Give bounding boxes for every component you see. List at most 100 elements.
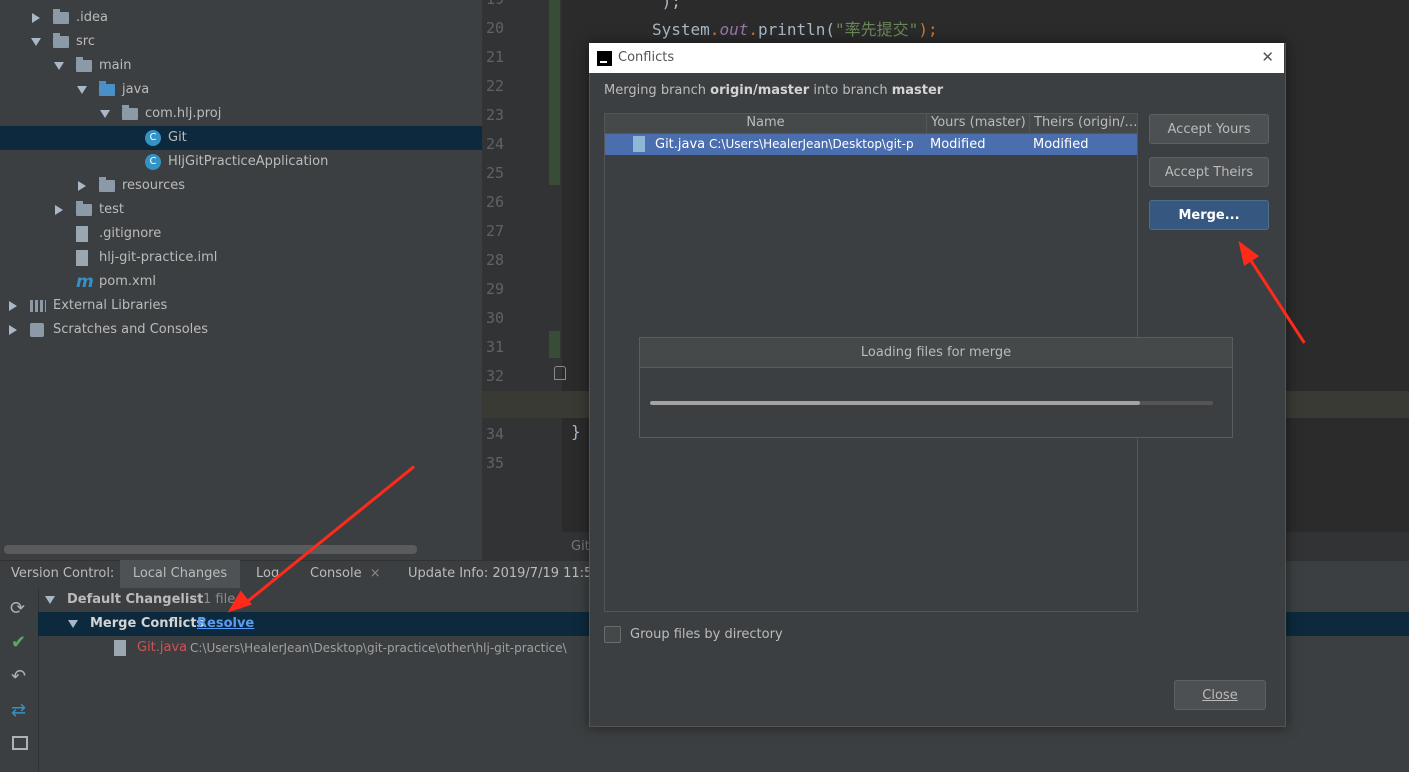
commit-check-icon[interactable]: ✔ [11, 632, 26, 653]
line-number: 35 [486, 454, 505, 472]
changelist-row[interactable]: Default Changelist 1 file [38, 588, 590, 612]
merge-button[interactable]: Merge... [1149, 200, 1269, 230]
folder-icon [53, 9, 69, 24]
expand-arrow-icon[interactable] [54, 62, 64, 70]
line-number: 32 [486, 367, 505, 385]
code-string: "率先提交" [835, 20, 919, 39]
fold-marker-icon[interactable] [554, 366, 566, 380]
tree-item-label: HljGitPracticeApplication [168, 154, 329, 169]
group-by-directory-label[interactable]: Group files by directory [630, 627, 783, 642]
collapse-arrow-icon[interactable] [9, 325, 17, 335]
rollback-icon[interactable]: ↶ [11, 666, 26, 687]
tree-item-label: main [99, 58, 132, 73]
resolve-link[interactable]: Resolve [197, 612, 254, 636]
tree-item-label: hlj-git-practice.iml [99, 250, 218, 265]
collapse-arrow-icon[interactable] [55, 205, 63, 215]
tree-item[interactable]: Scratches and Consoles [0, 318, 482, 342]
refresh-icon[interactable]: ⟳ [10, 598, 25, 619]
line-number: 21 [486, 48, 505, 66]
tree-item-label: resources [122, 178, 186, 193]
tree-item[interactable]: test [0, 198, 482, 222]
intellij-app-icon [597, 51, 612, 66]
tree-item[interactable]: C HljGitPracticeApplication [0, 150, 482, 174]
expand-arrow-icon[interactable] [31, 38, 41, 46]
merge-conflicts-label: Merge Conflicts [90, 616, 205, 631]
tree-item[interactable]: src [0, 30, 482, 54]
column-header-name[interactable]: Name [605, 115, 926, 130]
tree-item[interactable]: java [0, 78, 482, 102]
line-number: 30 [486, 309, 505, 327]
column-header-theirs[interactable]: Theirs (origin/… [1034, 115, 1137, 130]
close-icon[interactable]: ✕ [1261, 48, 1274, 66]
scratches-icon [30, 323, 44, 337]
tree-item[interactable]: hlj-git-practice.iml [0, 246, 482, 270]
code-method: println( [757, 20, 836, 39]
project-horizontal-scrollbar[interactable] [4, 545, 417, 554]
line-number: 20 [486, 19, 505, 37]
collapse-arrow-icon[interactable] [32, 13, 40, 23]
merging-mid: into branch [809, 83, 892, 98]
libraries-icon [30, 300, 46, 312]
group-by-directory-checkbox[interactable] [604, 626, 621, 643]
changelist-name: Default Changelist [67, 592, 204, 607]
expand-arrow-icon[interactable] [45, 596, 55, 604]
tree-item[interactable]: External Libraries [0, 294, 482, 318]
tree-item[interactable]: .idea [0, 6, 482, 30]
tab-label: Console [310, 566, 362, 581]
java-file-icon [114, 640, 126, 656]
close-tab-icon[interactable]: × [370, 566, 381, 581]
tree-item[interactable]: m pom.xml [0, 270, 482, 294]
row-file-name: Git.java [655, 137, 706, 152]
diff-icon[interactable]: ⇄ [11, 700, 26, 721]
conflict-file-row[interactable]: Git.java C:\Users\HealerJean\Desktop\git… [38, 636, 590, 660]
expand-arrow-icon[interactable] [68, 620, 78, 628]
column-header-yours[interactable]: Yours (master) [931, 115, 1026, 130]
maven-icon: m [76, 272, 94, 292]
conflict-file-path: C:\Users\HealerJean\Desktop\git-practice… [190, 641, 567, 655]
tree-item[interactable]: com.hlj.proj [0, 102, 482, 126]
close-button[interactable]: Close [1174, 680, 1266, 710]
tree-item-label: test [99, 202, 124, 217]
line-number: 28 [486, 251, 505, 269]
editor-area[interactable] [562, 0, 590, 532]
shelf-icon[interactable] [12, 736, 28, 750]
dialog-title: Conflicts [618, 50, 675, 65]
accept-yours-button[interactable]: Accept Yours [1149, 114, 1269, 144]
table-row[interactable]: Git.java C:\Users\HealerJean\Desktop\git… [605, 134, 1137, 155]
code-class: System [652, 20, 710, 39]
code-dot: . [748, 20, 758, 39]
line-number: 26 [486, 193, 505, 211]
expand-arrow-icon[interactable] [77, 86, 87, 94]
current-line-highlight [482, 391, 590, 418]
tree-item[interactable]: .gitignore [0, 222, 482, 246]
editor-breadcrumb[interactable]: Git [571, 539, 590, 554]
column-divider [1029, 114, 1030, 133]
tree-item[interactable]: C Git [0, 126, 482, 150]
tab-console[interactable]: Console × [310, 560, 381, 588]
version-control-label: Version Control: [11, 566, 115, 581]
tab-update-info[interactable]: Update Info: 2019/7/19 11:52 [408, 560, 590, 588]
row-file-path: C:\Users\HealerJean\Desktop\git-p [709, 137, 914, 151]
close-button-label: Close [1202, 688, 1238, 703]
collapse-arrow-icon[interactable] [78, 181, 86, 191]
source-folder-icon [99, 81, 115, 96]
collapse-arrow-icon[interactable] [9, 301, 17, 311]
editor-area-right[interactable] [1285, 0, 1409, 532]
change-marker [549, 0, 560, 185]
dialog-titlebar[interactable]: Conflicts ✕ [589, 43, 1284, 73]
tab-local-changes[interactable]: Local Changes [120, 560, 240, 588]
line-number: 23 [486, 106, 505, 124]
file-icon [76, 250, 88, 266]
tree-item[interactable]: main [0, 54, 482, 78]
line-number: 34 [486, 425, 505, 443]
conflict-file-name: Git.java [137, 640, 188, 655]
expand-arrow-icon[interactable] [100, 110, 110, 118]
loading-title: Loading files for merge [860, 345, 1012, 360]
merging-target-branch: master [891, 83, 944, 98]
tree-item[interactable]: resources [0, 174, 482, 198]
folder-icon [53, 33, 69, 48]
accept-theirs-button[interactable]: Accept Theirs [1149, 157, 1269, 187]
file-icon [76, 226, 88, 242]
line-number: 25 [486, 164, 505, 182]
loading-panel-header: Loading files for merge [640, 338, 1232, 368]
